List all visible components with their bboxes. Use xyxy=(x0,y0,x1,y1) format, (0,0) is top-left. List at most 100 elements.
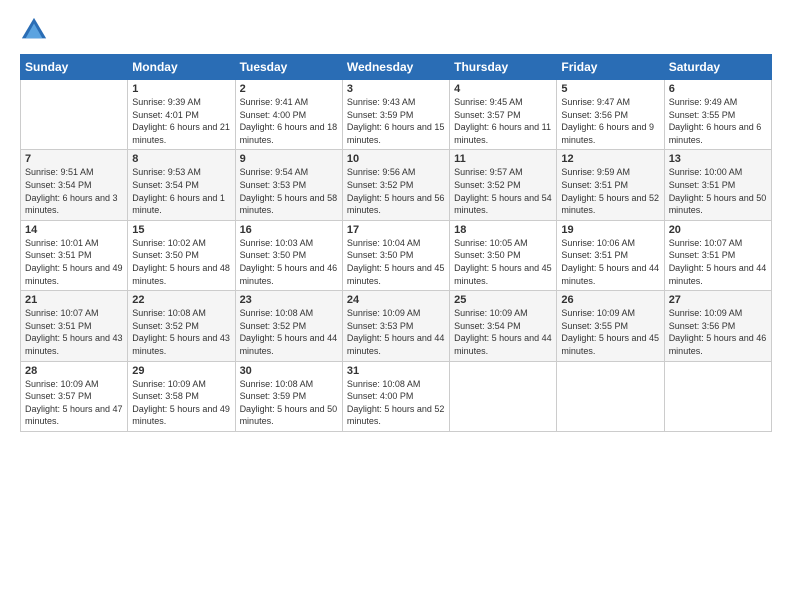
day-number: 18 xyxy=(454,224,552,236)
day-info: Sunrise: 10:07 AMSunset: 3:51 PMDaylight… xyxy=(25,307,123,357)
calendar-cell: 13Sunrise: 10:00 AMSunset: 3:51 PMDaylig… xyxy=(664,150,771,220)
calendar-cell: 27Sunrise: 10:09 AMSunset: 3:56 PMDaylig… xyxy=(664,291,771,361)
day-info: Sunrise: 10:05 AMSunset: 3:50 PMDaylight… xyxy=(454,237,552,287)
day-number: 1 xyxy=(132,83,230,95)
day-number: 27 xyxy=(669,294,767,306)
calendar-cell: 14Sunrise: 10:01 AMSunset: 3:51 PMDaylig… xyxy=(21,220,128,290)
calendar-cell: 21Sunrise: 10:07 AMSunset: 3:51 PMDaylig… xyxy=(21,291,128,361)
day-number: 24 xyxy=(347,294,445,306)
day-info: Sunrise: 9:41 AMSunset: 4:00 PMDaylight:… xyxy=(240,96,338,146)
calendar-cell: 12Sunrise: 9:59 AMSunset: 3:51 PMDayligh… xyxy=(557,150,664,220)
calendar-cell: 4Sunrise: 9:45 AMSunset: 3:57 PMDaylight… xyxy=(450,80,557,150)
day-info: Sunrise: 10:08 AMSunset: 3:59 PMDaylight… xyxy=(240,378,338,428)
calendar-week-row: 7Sunrise: 9:51 AMSunset: 3:54 PMDaylight… xyxy=(21,150,772,220)
day-info: Sunrise: 10:08 AMSunset: 3:52 PMDaylight… xyxy=(132,307,230,357)
day-number: 11 xyxy=(454,153,552,165)
weekday-header: Thursday xyxy=(450,55,557,80)
day-number: 22 xyxy=(132,294,230,306)
day-info: Sunrise: 9:45 AMSunset: 3:57 PMDaylight:… xyxy=(454,96,552,146)
day-number: 30 xyxy=(240,365,338,377)
day-info: Sunrise: 9:56 AMSunset: 3:52 PMDaylight:… xyxy=(347,166,445,216)
logo-icon xyxy=(20,16,48,44)
day-number: 14 xyxy=(25,224,123,236)
day-info: Sunrise: 10:01 AMSunset: 3:51 PMDaylight… xyxy=(25,237,123,287)
calendar-cell: 15Sunrise: 10:02 AMSunset: 3:50 PMDaylig… xyxy=(128,220,235,290)
day-info: Sunrise: 9:39 AMSunset: 4:01 PMDaylight:… xyxy=(132,96,230,146)
day-info: Sunrise: 9:49 AMSunset: 3:55 PMDaylight:… xyxy=(669,96,767,146)
day-info: Sunrise: 10:09 AMSunset: 3:53 PMDaylight… xyxy=(347,307,445,357)
day-info: Sunrise: 10:09 AMSunset: 3:55 PMDaylight… xyxy=(561,307,659,357)
day-number: 21 xyxy=(25,294,123,306)
calendar-cell: 31Sunrise: 10:08 AMSunset: 4:00 PMDaylig… xyxy=(342,361,449,431)
calendar-cell: 3Sunrise: 9:43 AMSunset: 3:59 PMDaylight… xyxy=(342,80,449,150)
day-number: 29 xyxy=(132,365,230,377)
day-number: 26 xyxy=(561,294,659,306)
calendar-cell: 5Sunrise: 9:47 AMSunset: 3:56 PMDaylight… xyxy=(557,80,664,150)
calendar-cell: 16Sunrise: 10:03 AMSunset: 3:50 PMDaylig… xyxy=(235,220,342,290)
calendar-week-row: 21Sunrise: 10:07 AMSunset: 3:51 PMDaylig… xyxy=(21,291,772,361)
day-number: 7 xyxy=(25,153,123,165)
day-info: Sunrise: 10:06 AMSunset: 3:51 PMDaylight… xyxy=(561,237,659,287)
calendar-cell: 26Sunrise: 10:09 AMSunset: 3:55 PMDaylig… xyxy=(557,291,664,361)
day-number: 16 xyxy=(240,224,338,236)
day-number: 2 xyxy=(240,83,338,95)
day-number: 20 xyxy=(669,224,767,236)
day-number: 12 xyxy=(561,153,659,165)
day-info: Sunrise: 9:53 AMSunset: 3:54 PMDaylight:… xyxy=(132,166,230,216)
day-info: Sunrise: 10:09 AMSunset: 3:58 PMDaylight… xyxy=(132,378,230,428)
day-number: 17 xyxy=(347,224,445,236)
logo xyxy=(20,16,52,44)
day-number: 15 xyxy=(132,224,230,236)
day-number: 9 xyxy=(240,153,338,165)
calendar-cell xyxy=(450,361,557,431)
weekday-header: Saturday xyxy=(664,55,771,80)
day-number: 25 xyxy=(454,294,552,306)
header xyxy=(20,16,772,44)
day-number: 13 xyxy=(669,153,767,165)
calendar-cell: 10Sunrise: 9:56 AMSunset: 3:52 PMDayligh… xyxy=(342,150,449,220)
weekday-header: Monday xyxy=(128,55,235,80)
calendar-cell: 19Sunrise: 10:06 AMSunset: 3:51 PMDaylig… xyxy=(557,220,664,290)
day-number: 6 xyxy=(669,83,767,95)
calendar-cell: 24Sunrise: 10:09 AMSunset: 3:53 PMDaylig… xyxy=(342,291,449,361)
calendar-cell xyxy=(664,361,771,431)
day-info: Sunrise: 10:04 AMSunset: 3:50 PMDaylight… xyxy=(347,237,445,287)
calendar-cell: 9Sunrise: 9:54 AMSunset: 3:53 PMDaylight… xyxy=(235,150,342,220)
calendar-cell: 6Sunrise: 9:49 AMSunset: 3:55 PMDaylight… xyxy=(664,80,771,150)
day-info: Sunrise: 10:09 AMSunset: 3:57 PMDaylight… xyxy=(25,378,123,428)
day-info: Sunrise: 10:09 AMSunset: 3:54 PMDaylight… xyxy=(454,307,552,357)
calendar-header-row: SundayMondayTuesdayWednesdayThursdayFrid… xyxy=(21,55,772,80)
weekday-header: Friday xyxy=(557,55,664,80)
day-number: 10 xyxy=(347,153,445,165)
day-number: 5 xyxy=(561,83,659,95)
day-info: Sunrise: 9:43 AMSunset: 3:59 PMDaylight:… xyxy=(347,96,445,146)
calendar-cell: 25Sunrise: 10:09 AMSunset: 3:54 PMDaylig… xyxy=(450,291,557,361)
calendar-week-row: 14Sunrise: 10:01 AMSunset: 3:51 PMDaylig… xyxy=(21,220,772,290)
day-info: Sunrise: 10:02 AMSunset: 3:50 PMDaylight… xyxy=(132,237,230,287)
day-info: Sunrise: 10:00 AMSunset: 3:51 PMDaylight… xyxy=(669,166,767,216)
day-number: 23 xyxy=(240,294,338,306)
day-info: Sunrise: 9:57 AMSunset: 3:52 PMDaylight:… xyxy=(454,166,552,216)
calendar-cell: 7Sunrise: 9:51 AMSunset: 3:54 PMDaylight… xyxy=(21,150,128,220)
calendar-week-row: 28Sunrise: 10:09 AMSunset: 3:57 PMDaylig… xyxy=(21,361,772,431)
day-number: 8 xyxy=(132,153,230,165)
calendar-cell: 30Sunrise: 10:08 AMSunset: 3:59 PMDaylig… xyxy=(235,361,342,431)
calendar-cell: 1Sunrise: 9:39 AMSunset: 4:01 PMDaylight… xyxy=(128,80,235,150)
calendar-cell: 22Sunrise: 10:08 AMSunset: 3:52 PMDaylig… xyxy=(128,291,235,361)
day-info: Sunrise: 10:08 AMSunset: 3:52 PMDaylight… xyxy=(240,307,338,357)
calendar-week-row: 1Sunrise: 9:39 AMSunset: 4:01 PMDaylight… xyxy=(21,80,772,150)
calendar-cell: 8Sunrise: 9:53 AMSunset: 3:54 PMDaylight… xyxy=(128,150,235,220)
calendar-cell: 2Sunrise: 9:41 AMSunset: 4:00 PMDaylight… xyxy=(235,80,342,150)
day-info: Sunrise: 10:09 AMSunset: 3:56 PMDaylight… xyxy=(669,307,767,357)
page: SundayMondayTuesdayWednesdayThursdayFrid… xyxy=(0,0,792,612)
calendar-table: SundayMondayTuesdayWednesdayThursdayFrid… xyxy=(20,54,772,432)
calendar-cell: 18Sunrise: 10:05 AMSunset: 3:50 PMDaylig… xyxy=(450,220,557,290)
day-number: 31 xyxy=(347,365,445,377)
day-number: 28 xyxy=(25,365,123,377)
day-info: Sunrise: 10:07 AMSunset: 3:51 PMDaylight… xyxy=(669,237,767,287)
calendar-cell: 11Sunrise: 9:57 AMSunset: 3:52 PMDayligh… xyxy=(450,150,557,220)
calendar-cell: 20Sunrise: 10:07 AMSunset: 3:51 PMDaylig… xyxy=(664,220,771,290)
day-number: 3 xyxy=(347,83,445,95)
day-info: Sunrise: 10:03 AMSunset: 3:50 PMDaylight… xyxy=(240,237,338,287)
calendar-cell: 28Sunrise: 10:09 AMSunset: 3:57 PMDaylig… xyxy=(21,361,128,431)
